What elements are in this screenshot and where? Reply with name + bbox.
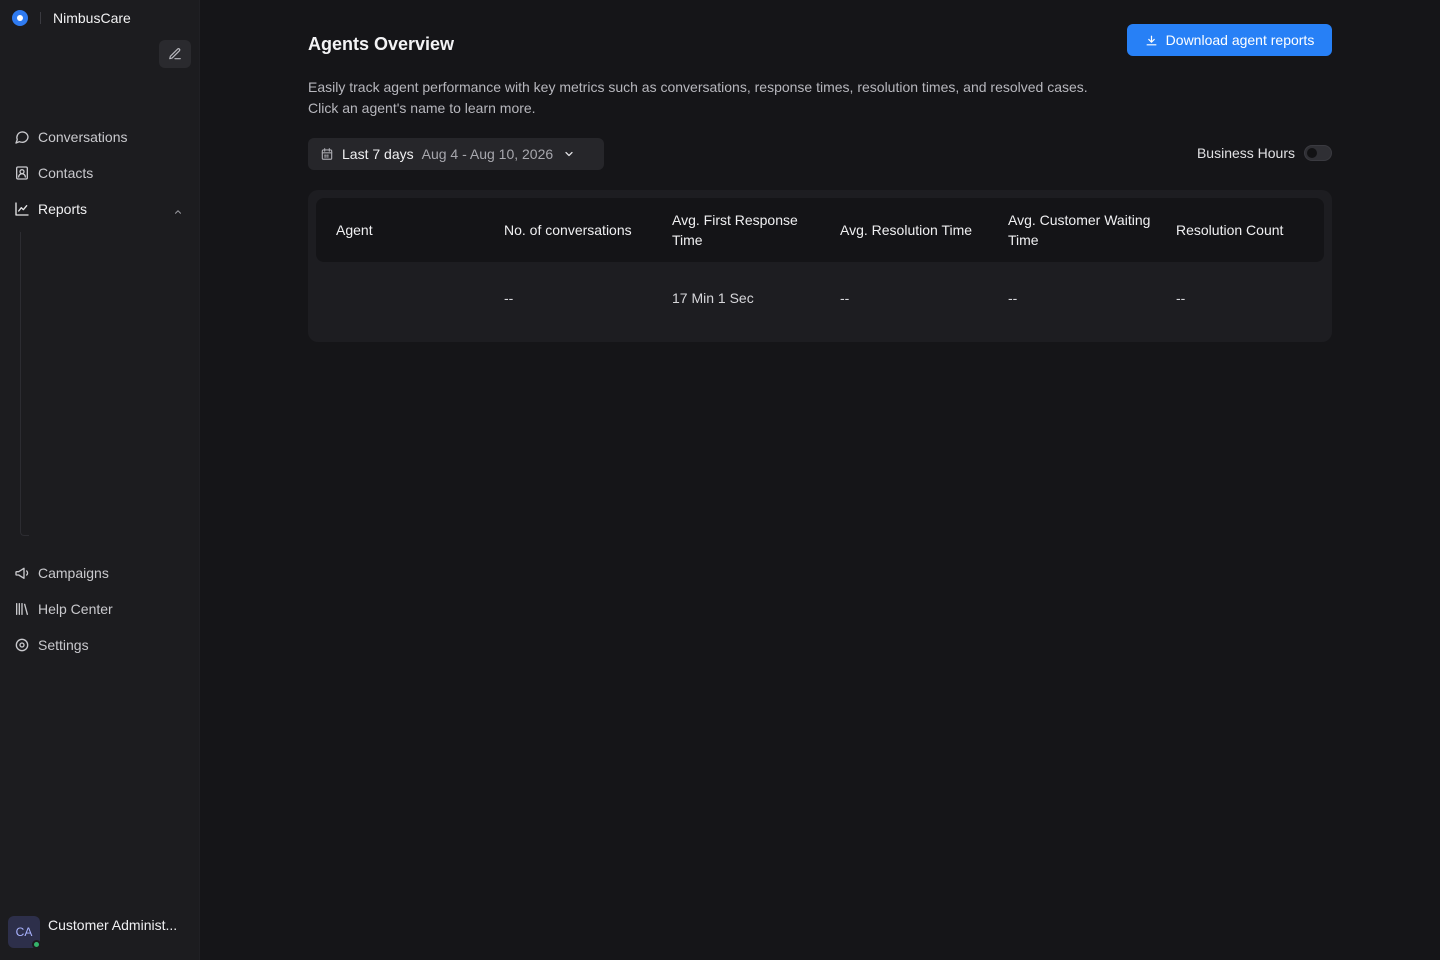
date-range-dates: Aug 4 - Aug 10, 2026 — [421, 146, 554, 162]
column-header-conversations[interactable]: No. of conversations — [504, 198, 654, 262]
download-button-label: Download agent reports — [1165, 32, 1315, 48]
date-range-picker[interactable]: Last 7 days Aug 4 - Aug 10, 2026 — [308, 138, 604, 170]
page-title: Agents Overview — [308, 34, 455, 54]
download-icon — [1145, 34, 1158, 47]
contact-card-icon — [14, 165, 30, 181]
sidebar-item-settings[interactable]: Settings — [14, 635, 189, 655]
business-hours-control: Business Hours — [1197, 145, 1332, 161]
date-range-label: Last 7 days — [342, 146, 414, 162]
sidebar-item-label: Conversations — [38, 129, 128, 145]
table-header: Agent No. of conversations Avg. First Re… — [316, 198, 1324, 262]
brand-logo-icon — [12, 10, 28, 26]
brand-divider — [40, 12, 41, 24]
column-header-customer-waiting-time[interactable]: Avg. Customer Waiting Time — [1008, 198, 1158, 262]
pencil-icon — [169, 48, 181, 60]
sidebar-item-help-center[interactable]: Help Center — [14, 599, 189, 619]
chevron-up-icon[interactable] — [173, 204, 183, 220]
cell-conversations: -- — [504, 290, 514, 306]
page-description: Easily track agent performance with key … — [308, 79, 1088, 116]
cell-first-response-time: 17 Min 1 Sec — [672, 290, 754, 306]
cell-resolution-time: -- — [840, 290, 850, 306]
user-menu[interactable]: CA Customer Administ... — [8, 916, 178, 949]
sidebar-item-label: Contacts — [38, 165, 94, 181]
sidebar-item-contacts[interactable]: Contacts — [14, 163, 189, 183]
column-header-resolution-count[interactable]: Resolution Count — [1176, 198, 1326, 262]
sidebar-item-reports[interactable]: Reports — [14, 199, 189, 219]
brand[interactable]: NimbusCare — [12, 8, 131, 28]
cell-customer-waiting-time: -- — [1008, 290, 1018, 306]
download-agent-reports-button[interactable]: Download agent reports — [1127, 24, 1332, 56]
megaphone-icon — [14, 565, 30, 581]
sidebar: NimbusCare Conversations Contacts Report… — [0, 0, 200, 960]
column-header-agent[interactable]: Agent — [336, 198, 486, 262]
chevron-down-icon — [563, 148, 575, 160]
sidebar-item-label: Reports — [38, 201, 88, 217]
cell-resolution-count: -- — [1176, 290, 1186, 306]
column-header-first-response-time[interactable]: Avg. First Response Time — [672, 198, 822, 262]
calendar-icon — [320, 147, 334, 161]
business-hours-toggle[interactable] — [1304, 145, 1332, 161]
sidebar-item-label: Settings — [38, 637, 89, 653]
line-chart-icon — [14, 201, 30, 217]
brand-name: NimbusCare — [53, 10, 131, 26]
compose-button[interactable] — [159, 40, 191, 68]
online-status-dot — [32, 940, 41, 949]
column-header-resolution-time[interactable]: Avg. Resolution Time — [840, 198, 990, 262]
user-name: Customer Administ... — [48, 917, 178, 933]
library-icon — [14, 601, 30, 617]
sidebar-item-campaigns[interactable]: Campaigns — [14, 563, 189, 583]
sidebar-item-label: Help Center — [38, 601, 113, 617]
business-hours-label: Business Hours — [1196, 145, 1295, 161]
avatar: CA — [8, 916, 41, 949]
sidebar-item-conversations[interactable]: Conversations — [14, 127, 189, 147]
reports-submenu-line — [20, 232, 29, 536]
agents-table: Agent No. of conversations Avg. First Re… — [308, 190, 1332, 342]
avatar-initials: CA — [15, 925, 33, 939]
chat-bubble-icon — [14, 129, 30, 145]
sidebar-item-label: Campaigns — [38, 565, 109, 581]
gear-icon — [14, 637, 30, 653]
